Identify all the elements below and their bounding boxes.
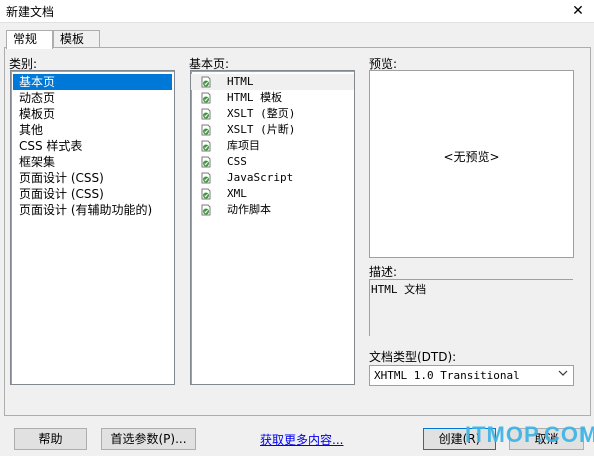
basic-page-item[interactable]: HTML 模板 [191, 90, 354, 106]
site-watermark: ITMOP.COM [465, 422, 594, 447]
title-bar: 新建文档 ✕ [0, 0, 594, 23]
category-item-frameset[interactable]: 框架集 [13, 154, 172, 170]
file-icon [200, 140, 212, 152]
doctype-select-value: XHTML 1.0 Transitional [374, 369, 520, 382]
chevron-down-icon[interactable] [556, 368, 570, 382]
category-item-page-design-css-1[interactable]: 页面设计 (CSS) [13, 170, 172, 186]
basic-page-item-label: JavaScript [227, 171, 294, 184]
category-list[interactable]: 基本页 动态页 模板页 其他 CSS 样式表 框架集 页面设计 (CSS) 页面… [10, 70, 175, 385]
category-item-other[interactable]: 其他 [13, 122, 172, 138]
basic-page-item-label: XML [227, 187, 247, 200]
basic-page-item-label: CSS [227, 155, 247, 168]
tab-templates-label: 模板 [60, 32, 85, 46]
basic-page-item[interactable]: 动作脚本 [191, 202, 354, 218]
basic-page-item[interactable]: XSLT (片断) [191, 122, 354, 138]
basic-page-list[interactable]: HTML HTML 模板 XSLT (整页) XSLT (片断) 库项目 CSS JavaS… [190, 70, 355, 385]
doctype-label: 文档类型(DTD): [369, 350, 457, 364]
description-box: HTML 文档 [369, 279, 573, 336]
category-item-css-stylesheet[interactable]: CSS 样式表 [13, 138, 172, 154]
help-button[interactable]: 帮助 [14, 428, 87, 450]
basic-page-item[interactable]: XML [191, 186, 354, 202]
basic-page-item-label: 库项目 [227, 139, 260, 152]
file-icon [200, 92, 212, 104]
category-item-page-design-accessible[interactable]: 页面设计 (有辅助功能的) [13, 202, 172, 218]
file-icon [200, 204, 212, 216]
category-item-basic-page[interactable]: 基本页 [13, 74, 172, 90]
window-title: 新建文档 [6, 5, 55, 19]
basic-page-item[interactable]: HTML [191, 74, 354, 90]
basic-page-item[interactable]: XSLT (整页) [191, 106, 354, 122]
file-icon [200, 124, 212, 136]
description-label: 描述: [369, 265, 398, 279]
doctype-select[interactable]: XHTML 1.0 Transitional [369, 365, 574, 386]
file-icon [200, 172, 212, 184]
category-item-dynamic-page[interactable]: 动态页 [13, 90, 172, 106]
tab-templates[interactable]: 模板 [53, 30, 100, 48]
close-icon: ✕ [572, 3, 584, 19]
get-more-content-link[interactable]: 获取更多内容... [260, 431, 343, 448]
file-icon [200, 76, 212, 88]
category-item-template-page[interactable]: 模板页 [13, 106, 172, 122]
basic-page-item[interactable]: CSS [191, 154, 354, 170]
preview-box: <无预览> [369, 70, 574, 258]
preview-placeholder: <无预览> [443, 150, 500, 164]
basic-page-item[interactable]: 库项目 [191, 138, 354, 154]
close-button[interactable]: ✕ [562, 0, 594, 22]
description-text: HTML 文档 [371, 283, 427, 296]
file-icon [200, 108, 212, 120]
basic-page-item[interactable]: JavaScript [191, 170, 354, 186]
basic-page-item-label: XSLT (片断) [227, 123, 296, 136]
file-icon [200, 188, 212, 200]
tab-general[interactable]: 常规 [6, 30, 53, 49]
basic-page-item-label: XSLT (整页) [227, 107, 296, 120]
preferences-button[interactable]: 首选参数(P)... [101, 428, 196, 450]
basic-page-item-label: HTML [227, 75, 254, 88]
file-icon [200, 156, 212, 168]
basic-page-item-label: HTML 模板 [227, 91, 283, 104]
category-item-page-design-css-2[interactable]: 页面设计 (CSS) [13, 186, 172, 202]
tab-general-label: 常规 [13, 32, 38, 46]
basic-page-item-label: 动作脚本 [227, 203, 271, 216]
